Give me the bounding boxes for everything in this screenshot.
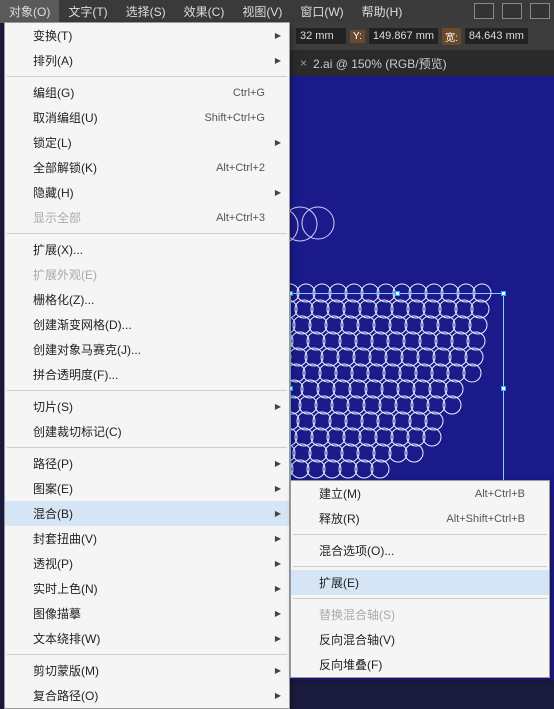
menu-compound-path[interactable]: 复合路径(O): [5, 683, 289, 708]
y-label: Y:: [350, 30, 365, 43]
menu-text[interactable]: 文字(T): [59, 0, 116, 23]
menu-unlock-all[interactable]: 全部解锁(K)Alt+Ctrl+2: [5, 155, 289, 180]
menu-expand[interactable]: 扩展(X)...: [5, 237, 289, 262]
selection-handle-nw[interactable]: [290, 291, 293, 296]
toolbar-right-icons: [474, 0, 550, 22]
menu-separator: [7, 76, 287, 77]
menu-window[interactable]: 窗口(W): [291, 0, 352, 23]
menu-create-gradient-mesh[interactable]: 创建渐变网格(D)...: [5, 312, 289, 337]
menu-separator: [7, 233, 287, 234]
blend-submenu: 建立(M)Alt+Ctrl+B 释放(R)Alt+Shift+Ctrl+B 混合…: [290, 480, 550, 678]
document-tab[interactable]: × 2.ai @ 150% (RGB/预览): [290, 51, 457, 76]
menu-text-wrap[interactable]: 文本绕排(W): [5, 626, 289, 651]
menu-rasterize[interactable]: 栅格化(Z)...: [5, 287, 289, 312]
submenu-blend-options[interactable]: 混合选项(O)...: [291, 538, 549, 563]
selection-handle-n[interactable]: [395, 291, 400, 296]
close-icon[interactable]: ×: [300, 56, 307, 70]
selection-handle-ne[interactable]: [501, 291, 506, 296]
coordinate-bar: 32 mm Y: 149.867 mm 宽: 84.643 mm: [290, 22, 554, 50]
document-tab-bar: × 2.ai @ 150% (RGB/预览): [290, 50, 554, 76]
menu-object[interactable]: 对象(O): [0, 0, 59, 23]
width-label: 宽:: [442, 28, 461, 45]
menu-live-paint[interactable]: 实时上色(N): [5, 576, 289, 601]
menu-blend[interactable]: 混合(B): [5, 501, 289, 526]
tab-title: 2.ai @ 150% (RGB/预览): [313, 55, 447, 72]
object-menu-dropdown: 变换(T) 排列(A) 编组(G)Ctrl+G 取消编组(U)Shift+Ctr…: [4, 22, 290, 709]
menu-show-all: 显示全部Alt+Ctrl+3: [5, 205, 289, 230]
selection-bounding-box[interactable]: [290, 293, 504, 483]
menu-perspective[interactable]: 透视(P): [5, 551, 289, 576]
toolbar-icon-2[interactable]: [502, 3, 522, 19]
menu-select[interactable]: 选择(S): [117, 0, 175, 23]
submenu-make[interactable]: 建立(M)Alt+Ctrl+B: [291, 481, 549, 506]
submenu-reverse-front-to-back[interactable]: 反向堆叠(F): [291, 652, 549, 677]
menu-separator: [293, 566, 547, 567]
submenu-expand[interactable]: 扩展(E): [291, 570, 549, 595]
toolbar-icon-3[interactable]: [530, 3, 550, 19]
menu-path[interactable]: 路径(P): [5, 451, 289, 476]
menu-transform[interactable]: 变换(T): [5, 23, 289, 48]
y-value[interactable]: 149.867 mm: [369, 28, 438, 44]
menu-arrange[interactable]: 排列(A): [5, 48, 289, 73]
submenu-release[interactable]: 释放(R)Alt+Shift+Ctrl+B: [291, 506, 549, 531]
menu-create-object-mosaic[interactable]: 创建对象马赛克(J)...: [5, 337, 289, 362]
menu-separator: [293, 534, 547, 535]
menu-ungroup[interactable]: 取消编组(U)Shift+Ctrl+G: [5, 105, 289, 130]
toolbar-icon-1[interactable]: [474, 3, 494, 19]
menu-effect[interactable]: 效果(C): [175, 0, 234, 23]
menu-create-trim-marks[interactable]: 创建裁切标记(C): [5, 419, 289, 444]
menu-view[interactable]: 视图(V): [233, 0, 291, 23]
menu-lock[interactable]: 锁定(L): [5, 130, 289, 155]
menu-flatten-transparency[interactable]: 拼合透明度(F)...: [5, 362, 289, 387]
submenu-replace-spine: 替换混合轴(S): [291, 602, 549, 627]
menu-group[interactable]: 编组(G)Ctrl+G: [5, 80, 289, 105]
menu-clipping-mask[interactable]: 剪切蒙版(M): [5, 658, 289, 683]
menu-pattern[interactable]: 图案(E): [5, 476, 289, 501]
width-value[interactable]: 84.643 mm: [465, 28, 528, 44]
menu-separator: [7, 390, 287, 391]
x-value[interactable]: 32 mm: [296, 28, 346, 44]
menu-image-trace[interactable]: 图像描摹: [5, 601, 289, 626]
menu-expand-appearance: 扩展外观(E): [5, 262, 289, 287]
menu-hide[interactable]: 隐藏(H): [5, 180, 289, 205]
selection-handle-w[interactable]: [290, 386, 293, 391]
menu-bar: 对象(O) 文字(T) 选择(S) 效果(C) 视图(V) 窗口(W) 帮助(H…: [0, 0, 554, 22]
submenu-reverse-spine[interactable]: 反向混合轴(V): [291, 627, 549, 652]
selection-handle-e[interactable]: [501, 386, 506, 391]
menu-slice[interactable]: 切片(S): [5, 394, 289, 419]
menu-separator: [293, 598, 547, 599]
menu-separator: [7, 447, 287, 448]
menu-help[interactable]: 帮助(H): [353, 0, 412, 23]
menu-separator: [7, 654, 287, 655]
menu-envelope-distort[interactable]: 封套扭曲(V): [5, 526, 289, 551]
